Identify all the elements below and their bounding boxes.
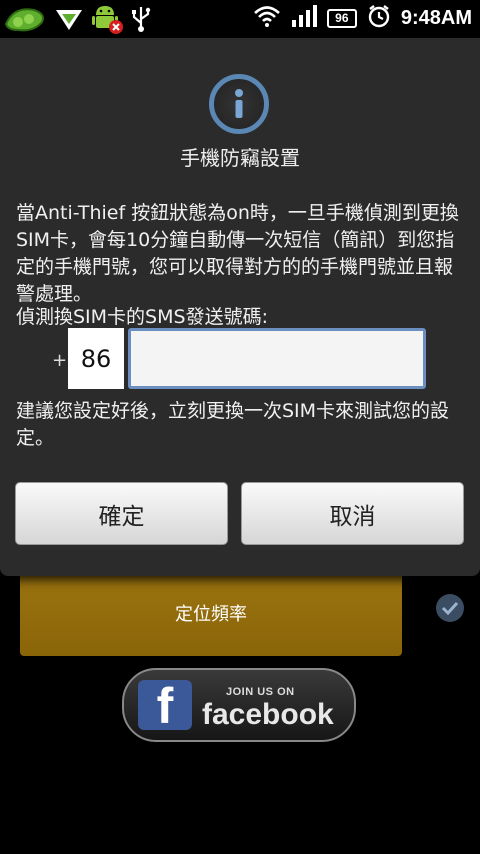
facebook-logo-letter: f — [156, 680, 174, 730]
checkmark-icon[interactable] — [436, 594, 464, 622]
alarm-clock-icon — [367, 4, 391, 32]
dialog-hint: 建議您設定好後，立刻更換一次SIM卡來測試您的設定。 — [16, 400, 450, 449]
notification-icons — [4, 3, 152, 39]
clock-time: 9:48AM — [400, 6, 472, 29]
battery-indicator: 96 — [326, 8, 357, 28]
usb-icon — [130, 5, 152, 37]
info-icon — [209, 74, 269, 134]
facebook-logo-icon: f — [138, 680, 192, 730]
country-code-field[interactable]: 86 — [68, 328, 124, 389]
facebook-wordmark: facebook — [202, 698, 334, 731]
join-facebook-button[interactable]: f JOIN US ON facebook — [122, 668, 356, 742]
join-us-on-label: JOIN US ON — [226, 686, 295, 698]
plus-sign: + — [52, 350, 68, 371]
phone-number-input[interactable] — [128, 328, 426, 389]
wifi-icon — [253, 4, 281, 32]
pea-pod-icon — [4, 4, 48, 38]
sms-number-label: 偵測換SIM卡的SMS發送號碼: — [16, 306, 268, 328]
dialog-title: 手機防竊設置 — [180, 146, 300, 170]
location-frequency-label: 定位頻率 — [175, 604, 247, 625]
confirm-button[interactable]: 確定 — [15, 482, 228, 545]
android-alert-icon — [90, 3, 124, 39]
cell-signal-icon — [291, 4, 317, 32]
system-icons: 96 9:48AM — [253, 4, 472, 32]
signal-app-icon — [54, 4, 84, 38]
location-frequency-row[interactable]: 定位頻率 — [20, 570, 402, 656]
status-bar: 96 9:48AM — [0, 0, 480, 38]
dialog-message: 當Anti-Thief 按鈕狀態為on時，一旦手機偵測到更換SIM卡，會每10分… — [16, 202, 459, 305]
cancel-button[interactable]: 取消 — [241, 482, 464, 545]
anti-theft-dialog: 手機防竊設置 當Anti-Thief 按鈕狀態為on時，一旦手機偵測到更換SIM… — [0, 38, 480, 576]
